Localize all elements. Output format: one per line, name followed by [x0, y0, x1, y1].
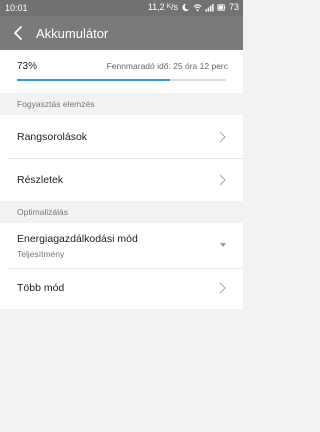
signal-icon: [205, 3, 214, 12]
battery-icon: [217, 3, 226, 11]
chevron-right-icon: [219, 131, 226, 143]
wifi-icon: [193, 3, 202, 11]
power-mode-value: Teljesítmény: [17, 249, 65, 259]
section-label: Optimalizálás: [17, 207, 69, 217]
battery-level-text: 73: [228, 2, 239, 12]
battery-progress-track: [17, 79, 226, 81]
moon-icon: [182, 3, 190, 11]
status-bar: 10:01 11,2 ᴷ/s 73: [0, 0, 243, 16]
list-item-details[interactable]: Részletek: [0, 159, 243, 201]
status-icons: 11,2 ᴷ/s 73: [148, 2, 239, 12]
back-arrow-icon[interactable]: [9, 23, 29, 43]
power-mode-dropdown[interactable]: Energiagazdálkodási mód Teljesítmény: [0, 223, 243, 269]
list-item-label: Rangsorolások: [17, 131, 88, 143]
section-header-consumption: Fogyasztás elemzés: [0, 93, 243, 115]
dropdown-arrow-icon: [220, 243, 226, 247]
list-item-label: Energiagazdálkodási mód: [17, 233, 138, 245]
battery-summary: 73% Fennmaradó idő: 25 óra 12 perc: [0, 50, 243, 93]
remaining-time: Fennmaradó idő: 25 óra 12 perc: [106, 61, 228, 71]
network-speed: 11,2 ᴷ/s: [147, 2, 178, 12]
list-item-label: Több mód: [17, 282, 65, 294]
list-item-more-modes[interactable]: Több mód: [0, 269, 243, 309]
page-title: Akkumulátor: [36, 26, 109, 41]
section-header-optimization: Optimalizálás: [0, 201, 243, 223]
list-item-label: Részletek: [17, 174, 64, 186]
battery-progress-fill: [17, 79, 170, 81]
section-label: Fogyasztás elemzés: [17, 99, 95, 109]
title-bar: Akkumulátor: [0, 16, 243, 50]
list-item-ranking[interactable]: Rangsorolások: [0, 115, 243, 159]
status-time: 10:01: [5, 3, 28, 13]
battery-percent: 73%: [17, 61, 38, 72]
chevron-right-icon: [219, 282, 226, 294]
chevron-right-icon: [219, 174, 226, 186]
